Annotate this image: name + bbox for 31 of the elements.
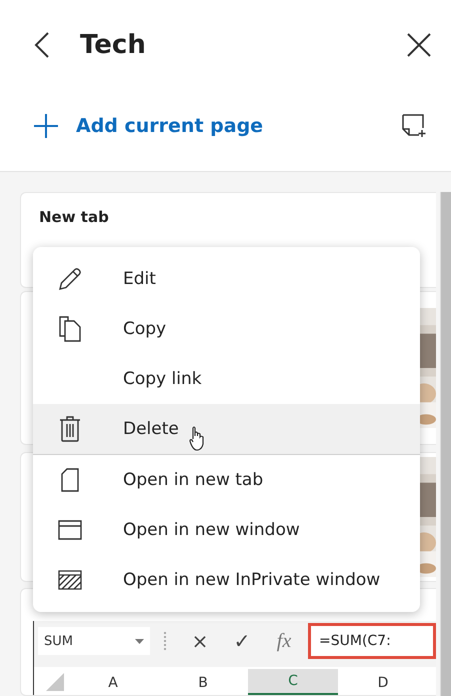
insert-function-button[interactable]: fx xyxy=(266,630,302,652)
menu-item[interactable]: Open in new tab xyxy=(33,455,420,505)
menu-item[interactable]: Copy link xyxy=(33,354,420,404)
menu-item[interactable]: Copy xyxy=(33,304,420,354)
page-icon xyxy=(61,468,79,492)
column-header[interactable]: C xyxy=(248,669,338,695)
add-current-page-button[interactable]: Add current page xyxy=(34,114,264,138)
card-title: New tab xyxy=(39,208,109,226)
add-note-icon[interactable] xyxy=(401,114,427,138)
close-icon[interactable] xyxy=(407,32,431,57)
scrollbar[interactable] xyxy=(440,192,451,696)
window-icon xyxy=(58,520,82,540)
back-icon[interactable] xyxy=(34,32,50,58)
column-header[interactable]: D xyxy=(338,671,428,695)
formula-field[interactable]: =SUM(C7: xyxy=(308,623,436,659)
pencil-icon xyxy=(58,267,82,291)
menu-item[interactable]: Delete xyxy=(33,404,420,454)
grip-icon xyxy=(164,632,168,650)
cancel-button[interactable]: × xyxy=(182,629,218,653)
name-box[interactable]: SUM xyxy=(38,627,150,655)
plus-icon xyxy=(34,114,58,138)
column-header[interactable]: B xyxy=(158,671,248,695)
hand-cursor-icon xyxy=(188,425,205,451)
column-header[interactable]: A xyxy=(68,671,158,695)
copy-icon xyxy=(59,316,81,342)
collection-title: Tech xyxy=(80,30,147,60)
dropdown-caret-icon xyxy=(135,638,144,644)
trash-icon xyxy=(59,416,81,442)
hatched-window-icon xyxy=(58,570,82,590)
menu-item[interactable]: Open in new window xyxy=(33,505,420,555)
enter-button[interactable]: ✓ xyxy=(224,629,260,653)
